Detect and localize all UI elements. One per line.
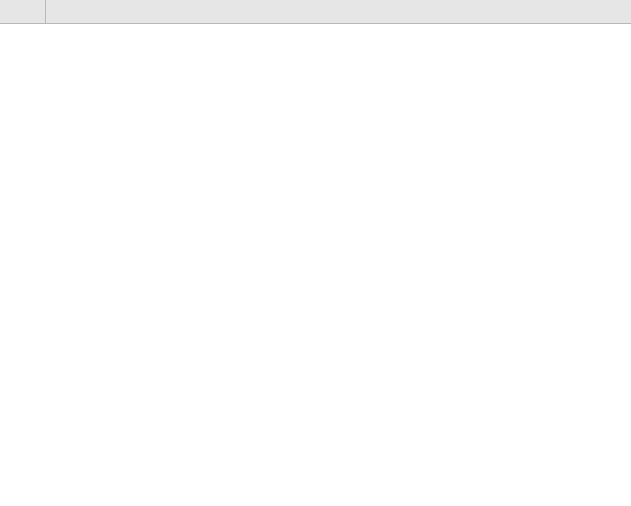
row-headers	[0, 24, 46, 506]
select-all-corner[interactable]	[0, 0, 46, 24]
cells-area[interactable]	[46, 24, 631, 506]
column-headers	[0, 0, 631, 24]
spreadsheet-grid	[0, 0, 631, 506]
